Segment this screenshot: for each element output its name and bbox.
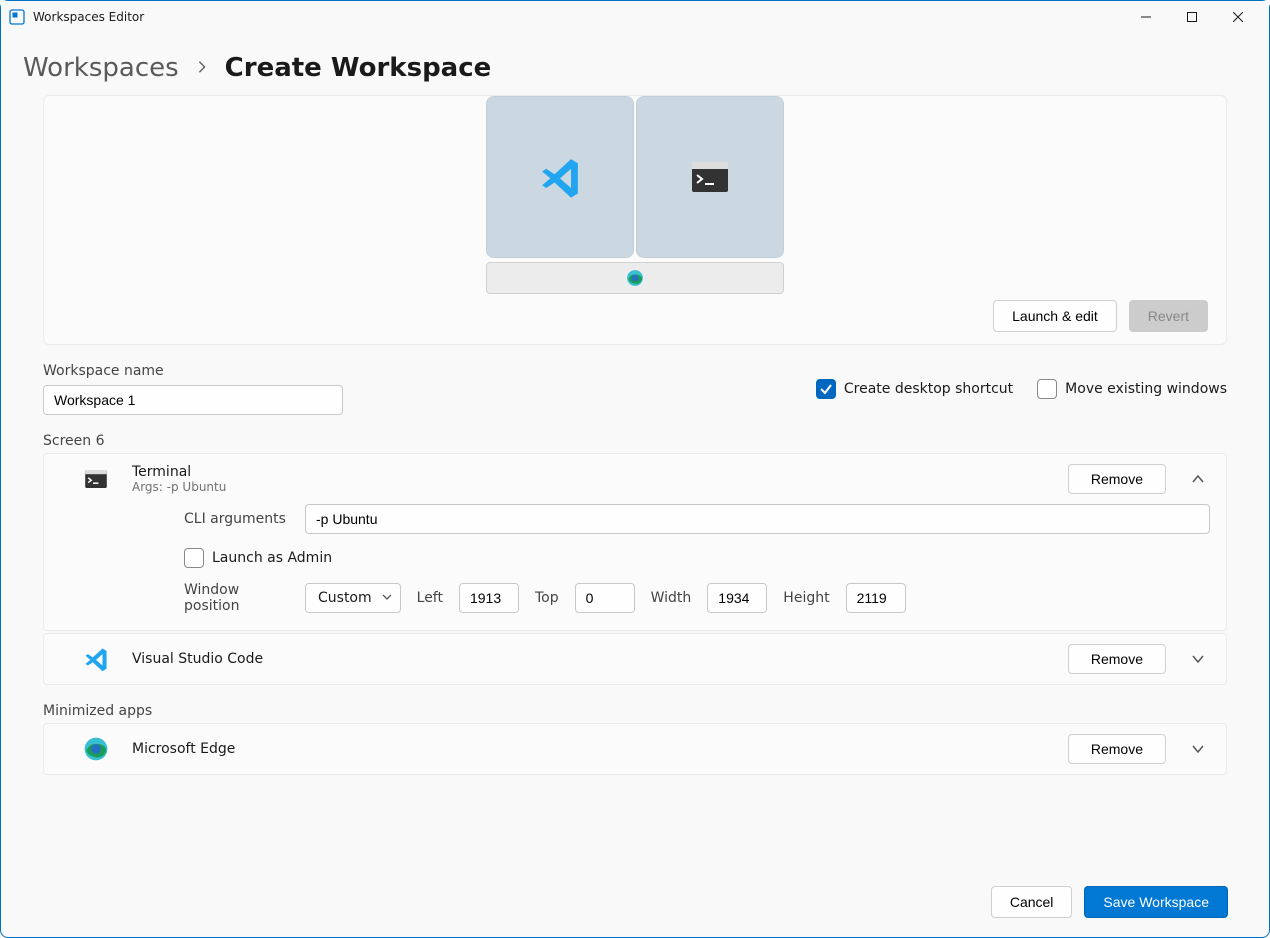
top-input[interactable] xyxy=(575,583,635,613)
launch-as-admin-label: Launch as Admin xyxy=(212,550,332,566)
expand-button[interactable] xyxy=(1186,652,1210,666)
app-name: Visual Studio Code xyxy=(132,651,1048,667)
cli-arguments-label: CLI arguments xyxy=(184,511,289,527)
move-windows-label: Move existing windows xyxy=(1065,381,1227,397)
revert-button: Revert xyxy=(1129,300,1208,332)
save-workspace-button[interactable]: Save Workspace xyxy=(1084,886,1228,918)
create-shortcut-checkbox[interactable] xyxy=(816,379,836,399)
window-title: Workspaces Editor xyxy=(33,10,144,24)
expand-button[interactable] xyxy=(1186,742,1210,756)
chevron-down-icon xyxy=(1191,742,1205,756)
maximize-button[interactable] xyxy=(1169,1,1215,33)
window-position-label: Window position xyxy=(184,582,289,614)
app-row-edge: Microsoft Edge Remove xyxy=(43,723,1227,775)
cancel-button[interactable]: Cancel xyxy=(991,886,1073,918)
move-windows-checkbox[interactable] xyxy=(1037,379,1057,399)
preview-tile-vscode[interactable] xyxy=(486,96,634,258)
remove-button[interactable]: Remove xyxy=(1068,734,1166,764)
edge-icon xyxy=(626,269,644,287)
breadcrumb-root[interactable]: Workspaces xyxy=(23,53,179,83)
breadcrumb-current: Create Workspace xyxy=(225,53,492,83)
left-label: Left xyxy=(417,590,443,606)
screen-section-label: Screen 6 xyxy=(43,433,1227,449)
preview-taskbar xyxy=(486,262,784,294)
vscode-icon xyxy=(80,646,112,672)
chevron-down-icon xyxy=(1191,652,1205,666)
remove-button[interactable]: Remove xyxy=(1068,464,1166,494)
close-button[interactable] xyxy=(1215,1,1261,33)
chevron-down-icon xyxy=(382,590,392,606)
height-label: Height xyxy=(783,590,829,606)
top-label: Top xyxy=(535,590,559,606)
width-input[interactable] xyxy=(707,583,767,613)
chevron-up-icon xyxy=(1191,472,1205,486)
launch-as-admin-checkbox[interactable] xyxy=(184,548,204,568)
terminal-icon xyxy=(80,470,112,488)
cli-arguments-input[interactable] xyxy=(305,504,1210,534)
create-shortcut-label: Create desktop shortcut xyxy=(844,381,1013,397)
edge-icon xyxy=(80,736,112,762)
app-name: Microsoft Edge xyxy=(132,741,1048,757)
width-label: Width xyxy=(651,590,692,606)
minimize-button[interactable] xyxy=(1123,1,1169,33)
vscode-icon xyxy=(538,155,582,199)
layout-preview-panel: Launch & edit Revert xyxy=(43,95,1227,345)
height-input[interactable] xyxy=(846,583,906,613)
launch-as-admin-wrap[interactable]: Launch as Admin xyxy=(184,548,332,568)
remove-button[interactable]: Remove xyxy=(1068,644,1166,674)
terminal-icon xyxy=(692,162,728,192)
collapse-button[interactable] xyxy=(1186,472,1210,486)
chevron-right-icon xyxy=(195,59,209,78)
move-windows-checkbox-wrap[interactable]: Move existing windows xyxy=(1037,379,1227,399)
app-row-terminal: Terminal Args: -p Ubuntu Remove CLI argu… xyxy=(43,453,1227,631)
titlebar: Workspaces Editor xyxy=(1,1,1269,33)
app-subtext: Args: -p Ubuntu xyxy=(132,480,1048,494)
window-controls xyxy=(1123,1,1261,33)
workspace-name-input[interactable] xyxy=(43,385,343,415)
app-row-vscode: Visual Studio Code Remove xyxy=(43,633,1227,685)
window-position-select[interactable]: Custom xyxy=(305,583,401,613)
preview-tile-terminal[interactable] xyxy=(636,96,784,258)
create-shortcut-checkbox-wrap[interactable]: Create desktop shortcut xyxy=(816,379,1013,399)
workspace-name-label: Workspace name xyxy=(43,363,343,379)
breadcrumb: Workspaces Create Workspace xyxy=(23,53,1227,83)
app-name: Terminal xyxy=(132,464,1048,480)
launch-and-edit-button[interactable]: Launch & edit xyxy=(993,300,1117,332)
app-icon xyxy=(9,9,25,25)
footer-actions: Cancel Save Workspace xyxy=(991,886,1228,918)
minimized-section-label: Minimized apps xyxy=(43,703,1227,719)
left-input[interactable] xyxy=(459,583,519,613)
